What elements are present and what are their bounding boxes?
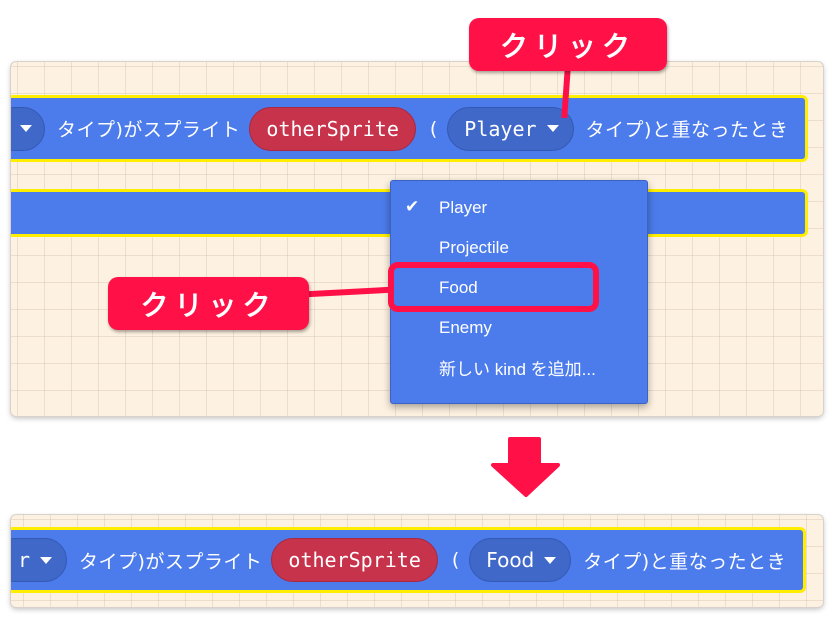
- workspace-after: r タイプ)がスプライト otherSprite ( Food タイプ)と重なっ…: [11, 515, 823, 607]
- check-icon: ✔: [405, 197, 420, 216]
- chevron-down-icon: [20, 125, 32, 132]
- chevron-down-icon: [40, 556, 52, 564]
- block-text-sprite-type: タイプ)がスプライト: [79, 550, 263, 573]
- kind-dropdown-value: Food: [486, 548, 535, 572]
- on-overlap-event-block[interactable]: タイプ)がスプライト otherSprite ( Player タイプ)と重なっ…: [11, 95, 808, 162]
- menu-item-projectile[interactable]: Projectile: [439, 234, 509, 262]
- callout-click-left: クリック: [108, 277, 309, 330]
- sprite-kind-dropdown-left[interactable]: r: [11, 538, 67, 582]
- kind-dropdown[interactable]: Player: [447, 106, 574, 151]
- food-highlight-box: [388, 262, 599, 312]
- down-arrow-icon: [491, 437, 560, 497]
- kind-dropdown-value: Player: [464, 116, 537, 141]
- kind-dropdown-fragment: r: [17, 548, 30, 572]
- other-sprite-variable[interactable]: otherSprite: [249, 106, 416, 151]
- chevron-down-icon: [544, 556, 557, 564]
- menu-item-player[interactable]: Player: [439, 194, 487, 222]
- other-sprite-variable[interactable]: otherSprite: [271, 538, 438, 582]
- callout-click-top: クリック: [469, 18, 667, 71]
- block-text-overlap: タイプ)と重なったとき: [583, 550, 787, 573]
- block-text-sprite-type: タイプ)がスプライト: [57, 119, 241, 141]
- open-paren: (: [451, 549, 460, 571]
- menu-item-enemy[interactable]: Enemy: [439, 314, 492, 342]
- menu-item-add-new-kind[interactable]: 新しい kind を追加...: [439, 356, 596, 384]
- on-overlap-event-block-result[interactable]: r タイプ)がスプライト otherSprite ( Food タイプ)と重なっ…: [11, 527, 806, 593]
- open-paren: (: [429, 117, 438, 140]
- sprite-kind-dropdown-left[interactable]: [11, 106, 45, 151]
- block-text-overlap: タイプ)と重なったとき: [585, 119, 789, 141]
- kind-dropdown[interactable]: Food: [469, 538, 572, 582]
- chevron-down-icon: [546, 125, 559, 132]
